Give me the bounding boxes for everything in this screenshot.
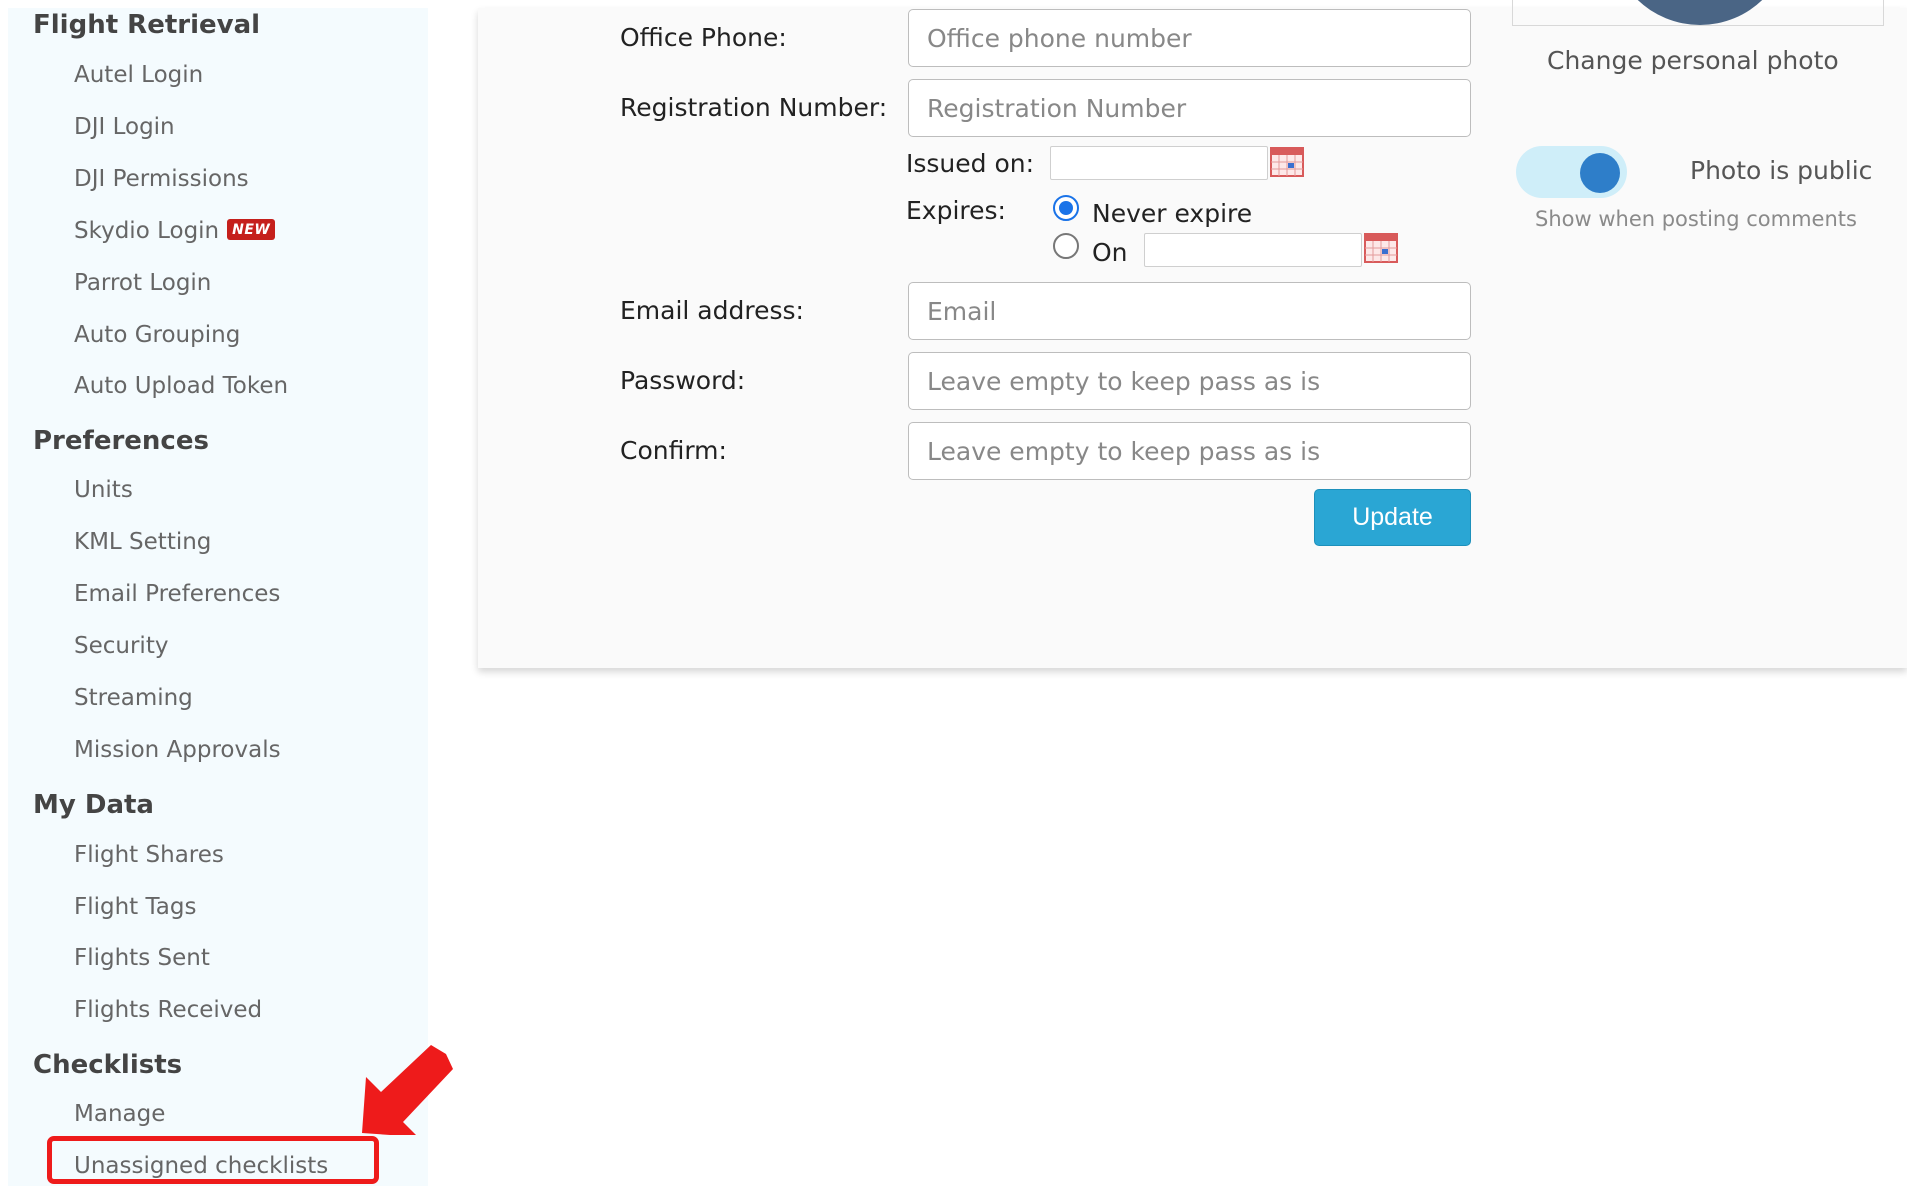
password-input[interactable] bbox=[908, 352, 1471, 410]
toggle-knob bbox=[1580, 153, 1620, 193]
sidebar-item-label: Skydio Login bbox=[74, 218, 220, 244]
never-expire-label: Never expire bbox=[1092, 199, 1253, 228]
expire-on-label: On bbox=[1092, 238, 1128, 267]
section-title-checklists: Checklists bbox=[33, 1050, 183, 1080]
sidebar-item-auto-grouping[interactable]: Auto Grouping bbox=[74, 322, 240, 348]
registration-number-input[interactable] bbox=[908, 79, 1471, 137]
sidebar-item-kml-setting[interactable]: KML Setting bbox=[74, 529, 211, 555]
expire-on-date-input[interactable] bbox=[1144, 233, 1362, 267]
sidebar-item-autel-login[interactable]: Autel Login bbox=[74, 62, 203, 88]
calendar-icon[interactable] bbox=[1364, 233, 1398, 263]
photo-public-hint: Show when posting comments bbox=[1535, 207, 1857, 231]
calendar-icon[interactable] bbox=[1270, 147, 1304, 177]
sidebar-item-parrot-login[interactable]: Parrot Login bbox=[74, 270, 211, 296]
sidebar-item-skydio-login[interactable]: Skydio Login NEW bbox=[74, 218, 276, 244]
sidebar-item-dji-permissions[interactable]: DJI Permissions bbox=[74, 166, 249, 192]
new-badge: NEW bbox=[227, 219, 276, 240]
sidebar-item-flights-received[interactable]: Flights Received bbox=[74, 997, 262, 1023]
email-input[interactable] bbox=[908, 282, 1471, 340]
never-expire-radio[interactable] bbox=[1053, 195, 1079, 221]
expire-on-radio[interactable] bbox=[1053, 233, 1079, 259]
sidebar-item-streaming[interactable]: Streaming bbox=[74, 685, 193, 711]
sidebar-item-flight-tags[interactable]: Flight Tags bbox=[74, 894, 196, 920]
sidebar-item-dji-login[interactable]: DJI Login bbox=[74, 114, 175, 140]
section-title-preferences: Preferences bbox=[33, 426, 209, 456]
section-title-my-data: My Data bbox=[33, 790, 154, 820]
highlight-box bbox=[47, 1136, 379, 1184]
photo-frame bbox=[1512, 0, 1884, 26]
photo-public-label: Photo is public bbox=[1690, 156, 1873, 185]
confirm-label: Confirm: bbox=[620, 436, 727, 465]
registration-number-label: Registration Number: bbox=[620, 93, 888, 122]
confirm-password-input[interactable] bbox=[908, 422, 1471, 480]
password-label: Password: bbox=[620, 366, 746, 395]
change-photo-link[interactable]: Change personal photo bbox=[1547, 46, 1839, 75]
sidebar-item-units[interactable]: Units bbox=[74, 477, 133, 503]
photo-public-toggle[interactable] bbox=[1516, 146, 1627, 198]
sidebar-item-email-preferences[interactable]: Email Preferences bbox=[74, 581, 280, 607]
issued-on-label: Issued on: bbox=[906, 149, 1035, 178]
sidebar-item-auto-upload-token[interactable]: Auto Upload Token bbox=[74, 373, 288, 399]
sidebar-item-flight-shares[interactable]: Flight Shares bbox=[74, 842, 224, 868]
office-phone-label: Office Phone: bbox=[620, 23, 787, 52]
sidebar-item-flights-sent[interactable]: Flights Sent bbox=[74, 945, 210, 971]
sidebar-item-manage[interactable]: Manage bbox=[74, 1101, 165, 1127]
issued-on-date-input[interactable] bbox=[1050, 146, 1268, 180]
office-phone-input[interactable] bbox=[908, 9, 1471, 67]
update-button[interactable]: Update bbox=[1314, 489, 1471, 546]
section-title-flight-retrieval: Flight Retrieval bbox=[33, 10, 261, 40]
email-label: Email address: bbox=[620, 296, 804, 325]
red-arrow-icon bbox=[362, 1045, 453, 1135]
sidebar-item-security[interactable]: Security bbox=[74, 633, 168, 659]
sidebar-item-mission-approvals[interactable]: Mission Approvals bbox=[74, 737, 281, 763]
expires-label: Expires: bbox=[906, 196, 1006, 225]
